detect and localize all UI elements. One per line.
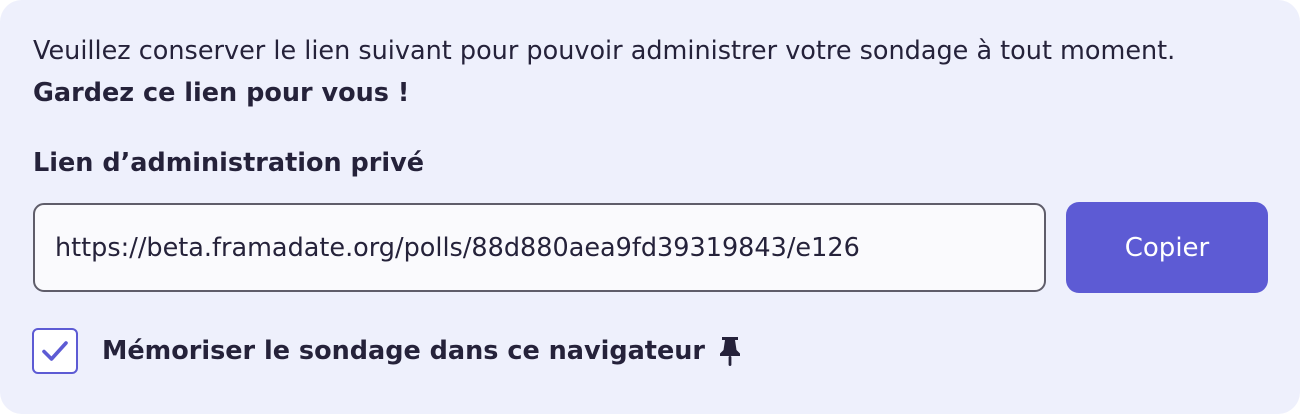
pin-icon — [719, 335, 741, 367]
notice-emphasis: Gardez ce lien pour vous ! — [33, 78, 410, 108]
copy-button[interactable]: Copier — [1066, 202, 1268, 293]
admin-link-input[interactable] — [33, 203, 1046, 292]
admin-link-notice: Veuillez conserver le lien suivant pour … — [33, 30, 1278, 114]
remember-label[interactable]: Mémoriser le sondage dans ce navigateur — [102, 336, 705, 366]
remember-checkbox[interactable] — [32, 328, 78, 374]
checkmark-icon — [42, 341, 68, 361]
admin-link-label: Lien d’administration privé — [33, 148, 425, 178]
notice-text: Veuillez conserver le lien suivant pour … — [33, 36, 1176, 66]
remember-poll-option[interactable]: Mémoriser le sondage dans ce navigateur — [32, 326, 741, 376]
admin-link-panel: Veuillez conserver le lien suivant pour … — [0, 0, 1300, 414]
